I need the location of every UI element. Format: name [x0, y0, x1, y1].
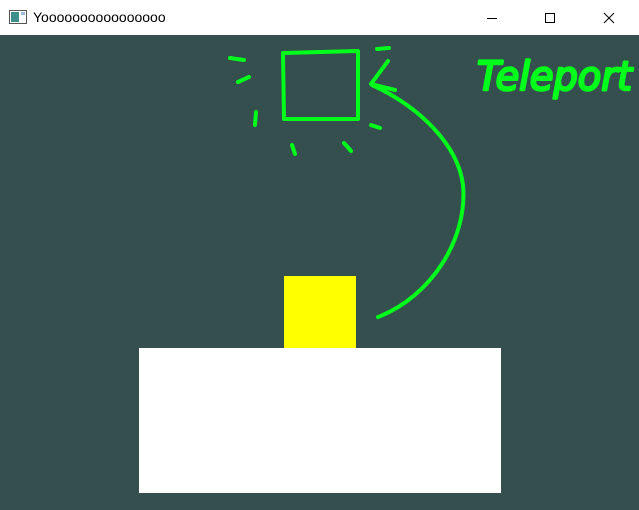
sparkle-dash: [228, 56, 246, 62]
close-button[interactable]: [586, 0, 632, 35]
game-canvas[interactable]: Teleport: [0, 35, 639, 510]
title-bar[interactable]: Yoooooooooooooooo: [0, 0, 639, 35]
app-window: Yoooooooooooooooo Teleport: [0, 0, 639, 510]
player-block: [284, 276, 356, 348]
app-icon: [9, 10, 27, 24]
sparkle-dash: [369, 123, 382, 130]
maximize-button[interactable]: [527, 0, 573, 35]
minimize-button[interactable]: [469, 0, 515, 35]
close-icon: [603, 12, 615, 23]
sparkle-dash: [290, 143, 297, 156]
sparkle-dash: [375, 46, 391, 51]
teleport-label: Teleport: [477, 54, 633, 100]
window-title: Yoooooooooooooooo: [33, 9, 166, 25]
sparkle-dash: [253, 110, 258, 127]
game-scene: Teleport: [0, 35, 639, 510]
minimize-icon: [487, 17, 497, 19]
platform: [139, 348, 501, 493]
maximize-icon: [545, 12, 555, 23]
